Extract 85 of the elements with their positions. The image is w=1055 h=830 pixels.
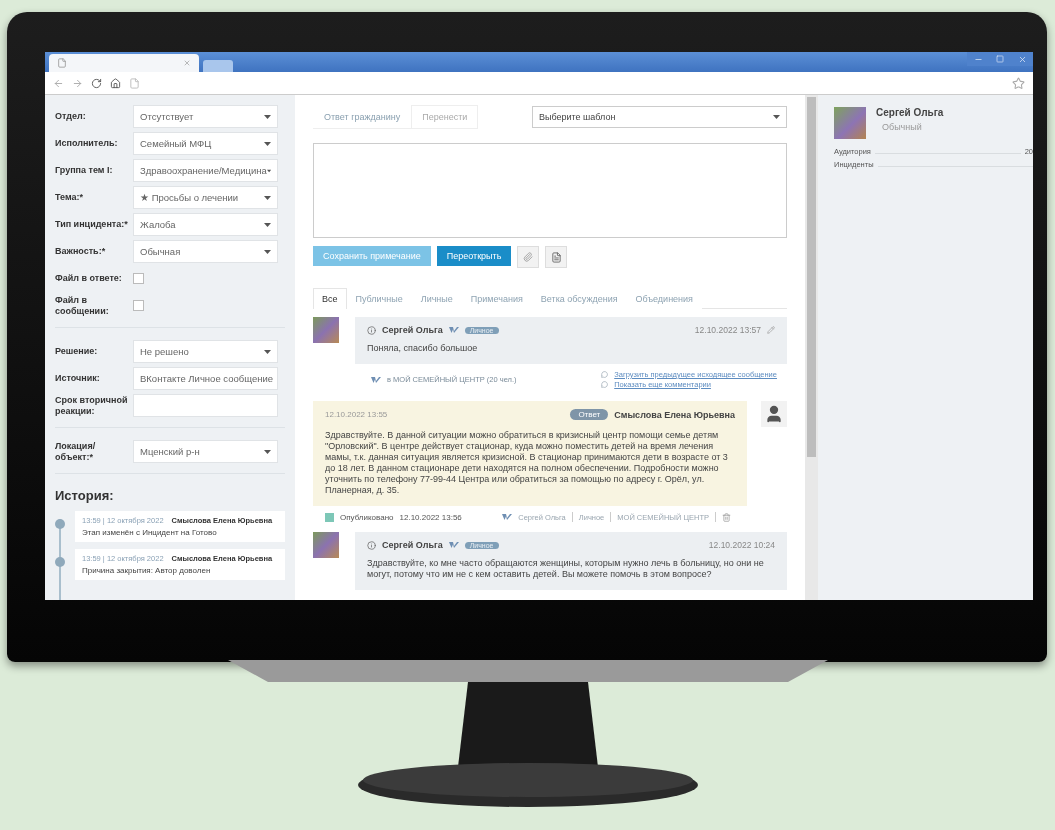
history-text: Этап изменён с Инцидент на Готово [82,528,218,537]
caret-icon [264,449,271,454]
field-label: Файл в ответе: [55,273,123,284]
field-label: Решение: [55,346,99,357]
reply-textarea[interactable] [313,143,787,238]
select-field[interactable]: ★ Просьбы о лечении [133,186,278,209]
action-button[interactable]: Переоткрыть [436,246,512,266]
caret-icon [773,115,780,119]
reply-badge: Ответ [570,409,609,420]
star-icon[interactable] [1012,76,1025,90]
select-field[interactable]: Здравоохранение/Медицина [133,159,278,182]
close-icon[interactable] [183,59,191,67]
document-button[interactable] [545,246,568,268]
back-icon[interactable] [53,77,64,89]
delete-icon[interactable] [722,512,731,522]
message-time: 12.10.2022 13:55 [325,410,388,419]
caret-icon [266,168,271,173]
avatar-photo [313,317,339,343]
field-label: Важность:* [55,246,107,257]
timeline-dot [55,519,65,529]
message-time: 12.10.2022 13:57 [694,325,761,335]
published-time: 12.10.2022 13:56 [399,512,462,522]
history-title: История: [55,488,115,503]
caret-icon [264,114,271,119]
close-icon [1017,54,1027,64]
select-field[interactable]: Мценский р-н [133,440,278,463]
caret-icon [264,249,271,254]
profile-name: Сергей Ольга [876,107,944,118]
network-logo-icon [502,514,513,520]
caret-icon [264,349,271,354]
info-icon [367,540,376,550]
select-field[interactable]: Не решено [133,340,278,363]
user-avatar-icon [761,401,787,427]
network-logo-icon [371,376,381,383]
field-label: Группа тем I: [55,165,114,176]
message-time: 12.10.2022 10:24 [708,540,775,550]
caret-icon [264,195,271,200]
template-select[interactable]: Выберите шаблон [532,106,787,128]
avatar-photo [834,107,866,139]
maximize-icon [996,55,1004,63]
select-field[interactable]: Обычная [133,240,278,263]
message-author: Сергей Ольга [382,325,443,335]
history-text: Причина закрытия: Автор доволен [82,566,212,575]
avatar-photo [313,532,339,558]
field-label: Локация/ объект:* [55,440,97,463]
profile-status: Обычный [882,122,923,132]
status-label: Опубликовано [340,512,394,522]
message-author: Смыслова Елена Юрьевна [614,409,735,420]
select-field[interactable]: Отсутствует [133,105,278,128]
input-field[interactable] [133,394,278,417]
field-label: Файл в сообщении: [55,294,110,317]
field-label: Отдел: [55,111,87,122]
message-text: Здравствуйте. В данной ситуации можно обратиться в кризисный центр помощи семье детям "Орловский". В центре действует стационар, куда можно поместить детей на время лечения мамы, т.к. данная ситуация является кризисной. В стационар принимаются дети в возрасте от 3 до 18 лет. В данном стационаре дети находятся на полном обеспечении. Подробности можно уточнить по телефону 77-99-44 Центра или обратиться за помощью по адресу г. Орёл, ул. Планерная, д. 35. [325,430,729,496]
reload-icon[interactable] [91,77,102,89]
document-icon [550,251,562,263]
message-author: Сергей Ольга [382,540,443,550]
select-field[interactable]: Жалоба [133,213,278,236]
timeline-dot [55,557,65,567]
message-text: Здравствуйте, ко мне часто обращаются женщины, которым нужно лечь в больницу, но они не могут, потому что им не с кем оставить детей. Вы можете помочь в этом вопросе? [367,558,765,580]
forward-icon[interactable] [72,77,83,89]
new-tab-button[interactable] [203,60,233,72]
select-field[interactable]: Семейный МФЦ [133,132,278,155]
field-label: Тема:* [55,192,84,203]
message-text: Поняла, спасибо большое [367,343,479,354]
attach-button[interactable] [517,246,540,268]
browser-tab[interactable] [49,54,199,72]
caret-icon [264,222,271,227]
select-field[interactable]: ВКонтакте Личное сообщение [133,367,278,390]
info-icon [367,325,376,335]
status-marker [325,512,334,522]
field-label: Тип инцидента:* [55,219,129,230]
paperclip-icon [523,252,534,262]
home-icon[interactable] [110,77,121,89]
feed-tab[interactable]: Все [313,288,347,309]
edit-icon[interactable] [767,326,775,334]
network-logo-icon [448,542,459,548]
checkbox[interactable] [133,300,144,311]
field-label: Источник: [55,373,101,384]
field-label: Срок вторичной реакции: [55,394,129,417]
scrollbar[interactable] [805,95,818,600]
checkbox[interactable] [133,273,144,284]
network-logo-icon [448,327,459,333]
field-label: Исполнитель: [55,138,119,149]
caret-icon [264,141,271,146]
page-icon [57,58,67,68]
